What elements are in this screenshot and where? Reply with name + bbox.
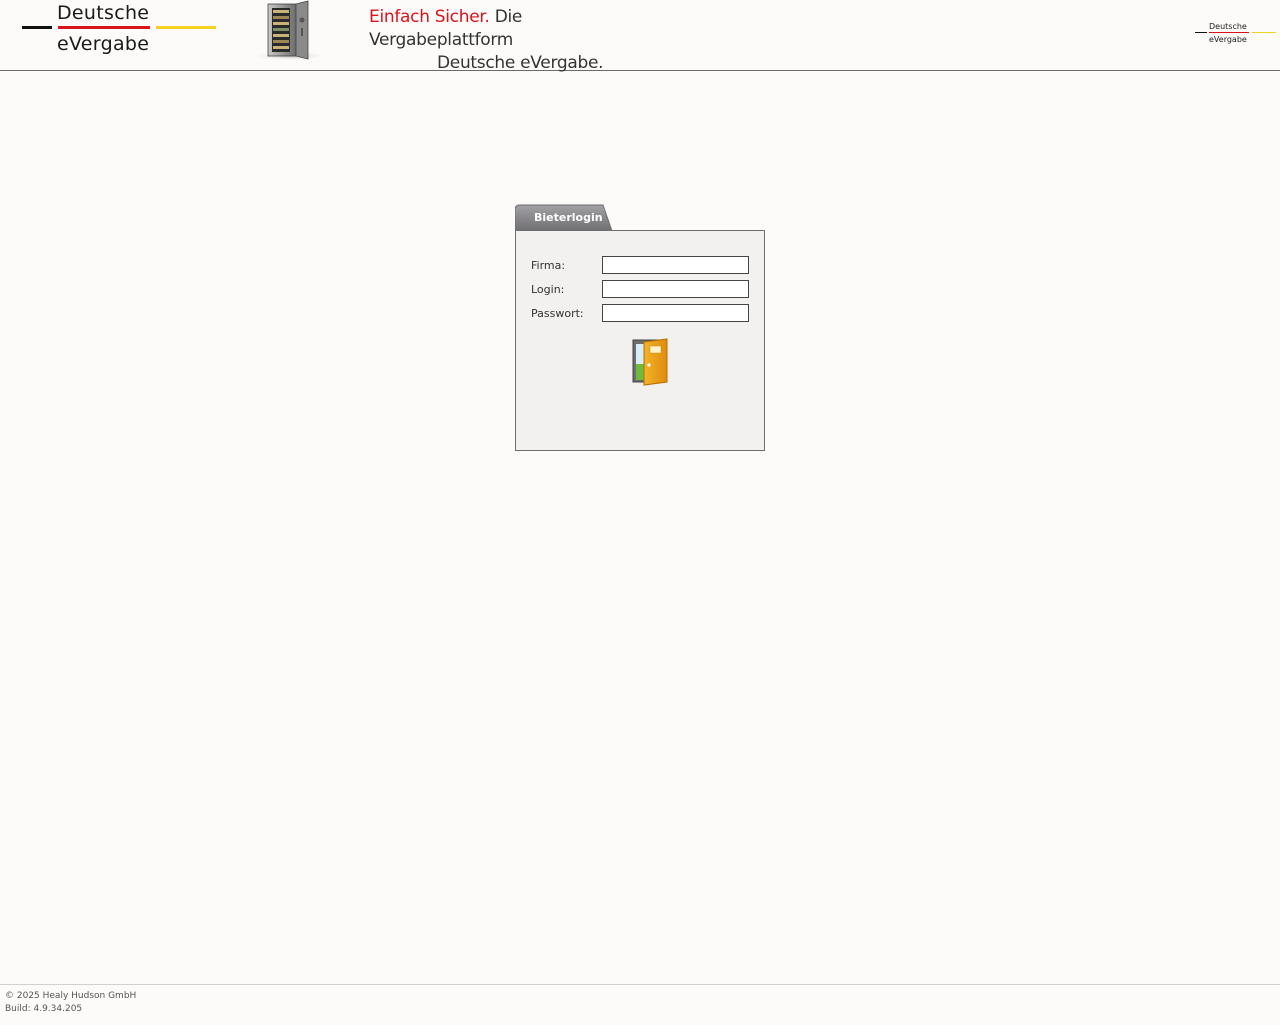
passwort-label: Passwort: xyxy=(531,307,584,320)
safe-icon xyxy=(250,0,330,62)
slogan-line2: Deutsche eVergabe. xyxy=(437,53,604,73)
passwort-input[interactable] xyxy=(602,304,749,322)
login-input[interactable] xyxy=(602,280,749,298)
firma-input[interactable] xyxy=(602,256,749,274)
login-label: Login: xyxy=(531,283,565,296)
logo-line1: Deutsche xyxy=(57,2,150,24)
firma-label: Firma: xyxy=(531,259,566,272)
small-logo-line2: eVergabe xyxy=(1209,35,1247,44)
small-logo-stripe-gold xyxy=(1252,32,1276,33)
logo-stripe-gold xyxy=(156,26,216,29)
page-header: Deutsche eVergabe Einfach Sicher. Die Ve… xyxy=(0,0,1280,73)
tab-bieterlogin: Bieterlogin xyxy=(534,211,603,224)
small-logo: Deutsche eVergabe xyxy=(1194,20,1278,48)
header-slogan: Einfach Sicher. Die Vergabeplattform Deu… xyxy=(369,6,669,75)
logo-stripe-black xyxy=(22,26,52,29)
logo-stripe-red xyxy=(58,26,150,29)
small-logo-stripe-black xyxy=(1195,32,1207,33)
small-logo-line1: Deutsche xyxy=(1209,22,1247,31)
deutsche-evergabe-logo[interactable]: Deutsche eVergabe xyxy=(20,2,220,58)
small-logo-stripe-red xyxy=(1209,32,1249,33)
page-footer: © 2025 Healy Hudson GmbH Build: 4.9.34.2… xyxy=(0,984,1280,1025)
login-submit-button[interactable] xyxy=(632,338,670,386)
door-icon xyxy=(632,338,668,386)
login-panel: Firma: Login: Passwort: xyxy=(515,230,765,451)
logo-line2: eVergabe xyxy=(57,33,150,55)
copyright-text: © 2025 Healy Hudson GmbH xyxy=(5,991,137,1001)
build-version-text: Build: 4.9.34.205 xyxy=(5,1004,83,1014)
slogan-highlight: Einfach Sicher. xyxy=(369,7,490,27)
